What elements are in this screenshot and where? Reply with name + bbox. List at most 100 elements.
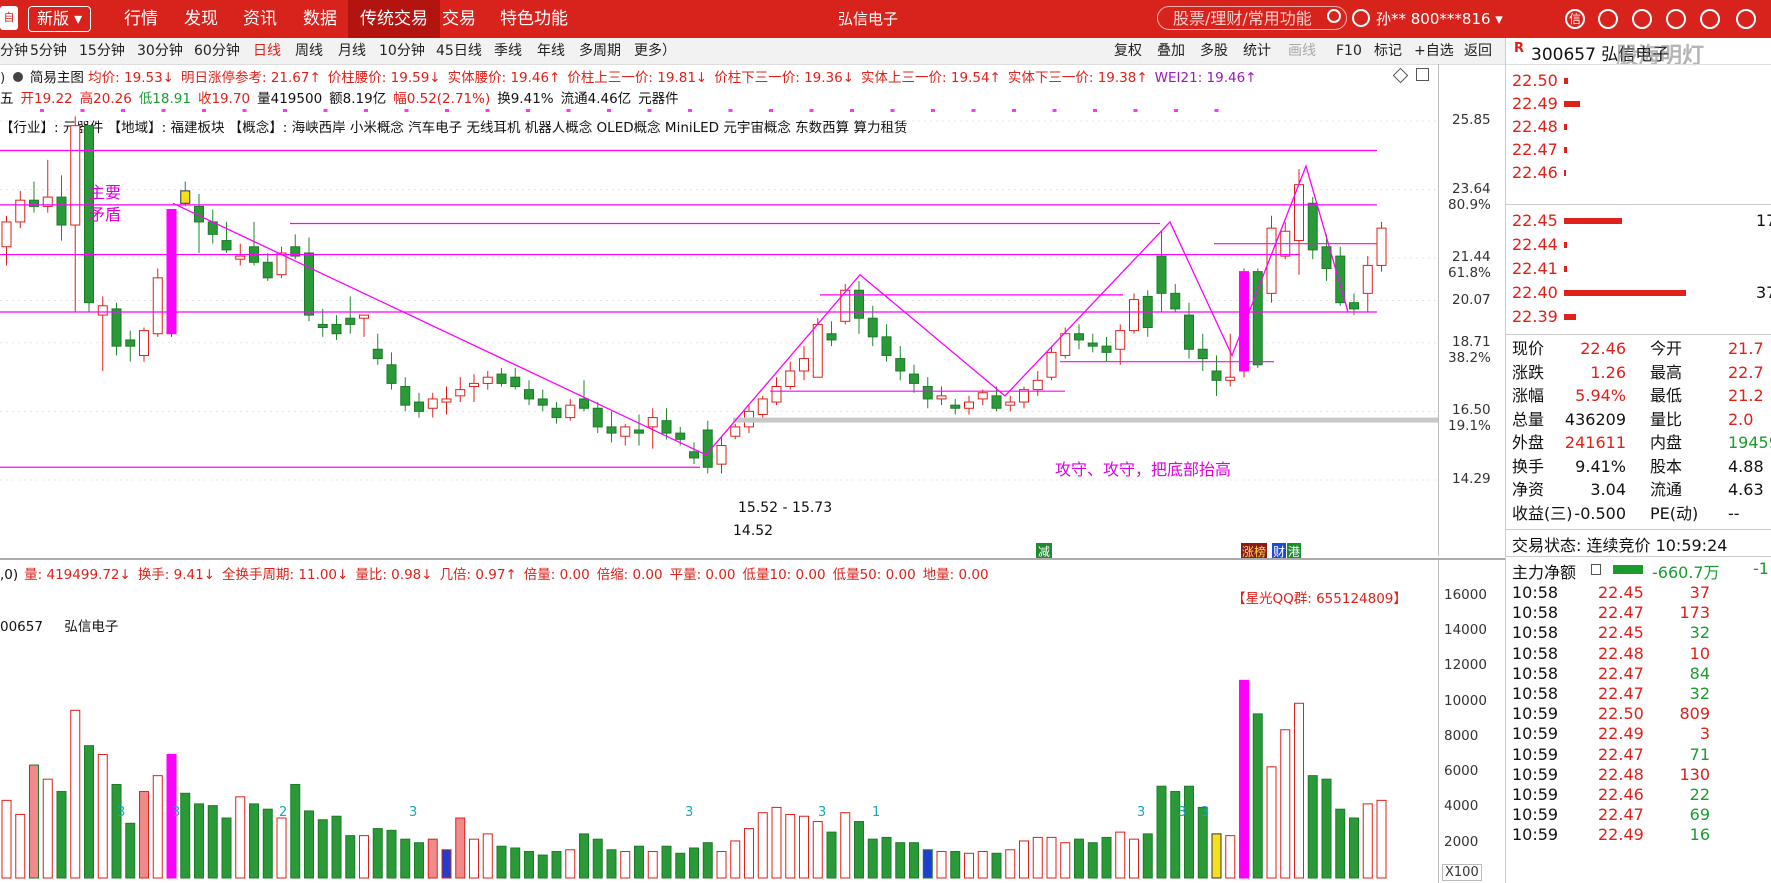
sell-level-4[interactable]: 22.46: [1506, 162, 1771, 183]
tool-multi-stock[interactable]: 多股: [1200, 38, 1228, 64]
tick-row-7[interactable]: 10:59 22.49 3: [1506, 723, 1771, 744]
period-yearly[interactable]: 年线: [537, 38, 565, 64]
new-version-button[interactable]: 新版 ▾: [28, 6, 92, 32]
tool-draw-line[interactable]: 画线: [1288, 38, 1316, 64]
tool-statistics[interactable]: 统计: [1243, 38, 1271, 64]
tool-overlay[interactable]: 叠加: [1157, 38, 1185, 64]
period-30min[interactable]: 30分钟: [137, 38, 183, 64]
candle-body-57: [785, 370, 796, 388]
tick-row-6[interactable]: 10:59 22.50 809: [1506, 703, 1771, 724]
tick-row-5[interactable]: 10:58 22.47 32: [1506, 683, 1771, 704]
tool-back[interactable]: 返回: [1464, 38, 1492, 64]
tick-row-10[interactable]: 10:59 22.46 22: [1506, 784, 1771, 805]
skin-icon[interactable]: [1632, 9, 1652, 29]
tick-row-2[interactable]: 10:58 22.45 32: [1506, 622, 1771, 643]
window-icon[interactable]: [1416, 68, 1429, 81]
gear-icon[interactable]: [1666, 9, 1686, 29]
period-60min[interactable]: 60分钟: [194, 38, 240, 64]
tool-add-watchlist[interactable]: +自选: [1414, 38, 1454, 64]
volume-bar-91: [1252, 713, 1263, 879]
volume-bar-1: [15, 813, 26, 879]
sell-level-3[interactable]: 22.47: [1506, 139, 1771, 160]
tick-row-11[interactable]: 10:59 22.47 69: [1506, 804, 1771, 825]
buy-level-4[interactable]: 22.39: [1506, 306, 1771, 327]
tick-row-9[interactable]: 10:59 22.48 130: [1506, 764, 1771, 785]
nav-traditional-trading[interactable]: 传统交易: [348, 0, 440, 38]
stat-row-7[interactable]: 收益(三) -0.500 PE(动) --: [1506, 503, 1771, 524]
volume-bar-77: [1060, 842, 1071, 879]
period-weekly[interactable]: 周线: [295, 38, 323, 64]
tick-row-12[interactable]: 10:59 22.49 16: [1506, 824, 1771, 845]
stat-row-0[interactable]: 现价 22.46 今开 21.7: [1506, 338, 1771, 359]
candle-body-42: [579, 398, 589, 409]
tool-adjust[interactable]: 复权: [1114, 38, 1142, 64]
buy-price: 22.40: [1512, 283, 1558, 302]
message-icon[interactable]: 信: [1565, 9, 1585, 29]
search-input[interactable]: 股票/理财/常用功能: [1157, 6, 1347, 30]
nav-trade[interactable]: 交易: [442, 0, 476, 38]
nav-data[interactable]: 数据: [303, 0, 337, 38]
volume-bar-19: [262, 808, 273, 879]
tick-row-4[interactable]: 10:58 22.47 84: [1506, 663, 1771, 684]
candle-body-75: [1032, 379, 1043, 391]
signal-dot-12: [202, 109, 206, 112]
settings-icon[interactable]: [12, 72, 23, 82]
candle-body-82: [1129, 299, 1139, 332]
tick-row-1[interactable]: 10:58 22.47 173: [1506, 602, 1771, 623]
buy-level-3[interactable]: 22.40 37: [1506, 282, 1771, 303]
tick-price: 22.48: [1598, 643, 1644, 663]
close-icon[interactable]: [1736, 9, 1756, 29]
nav-news[interactable]: 资讯: [243, 0, 277, 38]
period-15min[interactable]: 15分钟: [79, 38, 125, 64]
stat-row-2[interactable]: 涨幅 5.94% 最低 21.2: [1506, 385, 1771, 406]
period-daily[interactable]: 日线: [253, 38, 281, 64]
buy-level-0[interactable]: 22.45 17: [1506, 210, 1771, 231]
stat-row-4[interactable]: 外盘 241611 内盘 19459: [1506, 432, 1771, 453]
sell-level-0[interactable]: 22.50: [1506, 70, 1771, 91]
buy-level-2[interactable]: 22.41: [1506, 258, 1771, 279]
nav-discover[interactable]: 发现: [184, 0, 218, 38]
user-avatar-icon[interactable]: [1352, 9, 1370, 27]
sell-level-1[interactable]: 22.49: [1506, 93, 1771, 114]
period-10min[interactable]: 10分钟: [379, 38, 425, 64]
headset-icon[interactable]: [1598, 9, 1618, 29]
nav-market[interactable]: 行情: [124, 0, 158, 38]
period-monthly[interactable]: 月线: [338, 38, 366, 64]
tick-price: 22.47: [1598, 805, 1644, 825]
period-45day[interactable]: 45日线: [436, 38, 482, 64]
stat-row-5[interactable]: 换手 9.41% 股本 4.88: [1506, 456, 1771, 477]
stat-row-1[interactable]: 涨跌 1.26 最高 22.7: [1506, 362, 1771, 383]
signal-dot-72: [1012, 109, 1016, 112]
volume-bar-49: [675, 852, 686, 879]
volume-tick-7: 2000: [1444, 833, 1479, 850]
stat-label: 现价: [1512, 339, 1545, 358]
diamond-icon[interactable]: [1392, 67, 1409, 84]
buy-level-1[interactable]: 22.44: [1506, 234, 1771, 255]
user-account[interactable]: 孙** 800***816 ▾: [1376, 0, 1503, 38]
stat-row-6[interactable]: 净资 3.04 流通 4.63: [1506, 479, 1771, 500]
candle-body-2: [29, 199, 39, 207]
sell-level-2[interactable]: 22.48: [1506, 116, 1771, 137]
period-quarterly[interactable]: 季线: [494, 38, 522, 64]
tick-row-8[interactable]: 10:59 22.47 71: [1506, 744, 1771, 765]
period-5min[interactable]: 5分钟: [30, 38, 67, 64]
minimize-icon[interactable]: [1700, 9, 1720, 29]
period-more[interactable]: 更多）: [634, 38, 676, 64]
period-multi[interactable]: 多周期: [579, 38, 621, 64]
tool-f10[interactable]: F10: [1336, 38, 1362, 64]
nav-special-features[interactable]: 特色功能: [500, 0, 568, 38]
candle-body-12: [166, 209, 177, 335]
tool-mark[interactable]: 标记: [1374, 38, 1402, 64]
stat-row-3[interactable]: 总量 436209 量比 2.0: [1506, 409, 1771, 430]
note-icon[interactable]: [1591, 564, 1601, 575]
period-1min[interactable]: 分钟: [0, 38, 28, 64]
volume-bar-81: [1115, 831, 1126, 879]
candle-body-73: [1005, 401, 1016, 406]
volume-bar-11: [152, 775, 163, 879]
candle-body-78: [1074, 333, 1084, 341]
stat-label: 换手: [1512, 456, 1545, 476]
tick-row-0[interactable]: 10:58 22.45 37: [1506, 582, 1771, 603]
tick-row-3[interactable]: 10:58 22.48 10: [1506, 643, 1771, 664]
candle-body-95: [1307, 202, 1318, 251]
search-icon[interactable]: [1327, 9, 1341, 23]
